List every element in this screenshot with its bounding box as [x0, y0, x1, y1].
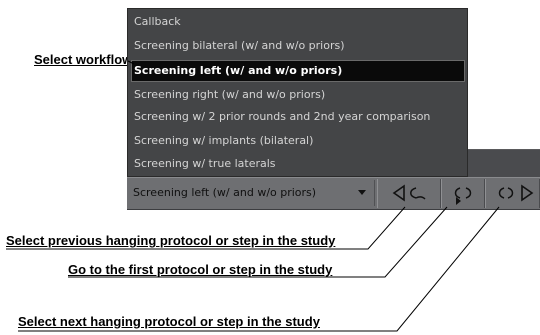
- first-leader-line: [68, 206, 448, 278]
- workflow-leader-line: [127, 60, 135, 65]
- previous-leader-line: [6, 206, 406, 250]
- callout-leader-lines: [6, 60, 500, 332]
- next-leader-line: [18, 206, 500, 332]
